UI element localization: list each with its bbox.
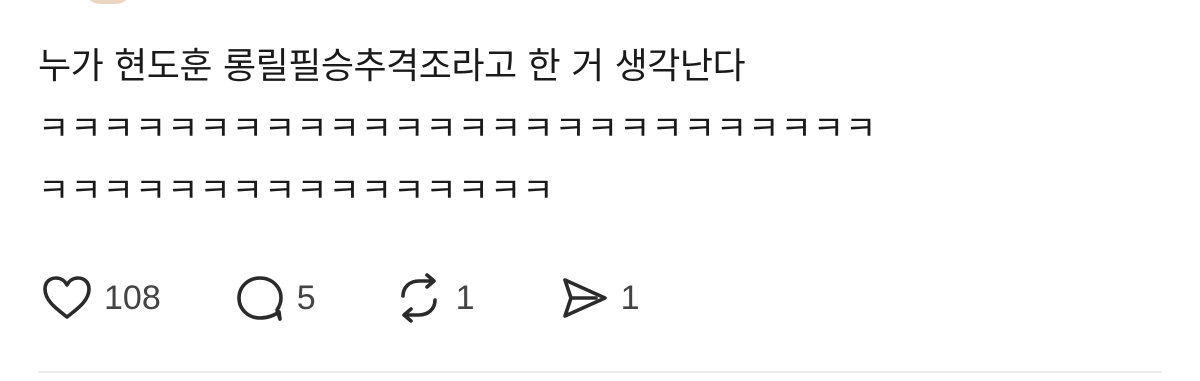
post-text-line: 누가 현도훈 롱릴필승추격조라고 한 거 생각난다 bbox=[38, 46, 746, 87]
like-count: 108 bbox=[104, 278, 161, 317]
reply-count: 5 bbox=[296, 278, 316, 317]
heart-icon bbox=[38, 269, 96, 327]
repost-count: 1 bbox=[455, 278, 475, 317]
share-button[interactable]: 1 bbox=[555, 269, 640, 327]
avatar[interactable] bbox=[84, 0, 132, 4]
divider bbox=[38, 371, 1162, 373]
comment-icon bbox=[231, 269, 289, 327]
like-button[interactable]: 108 bbox=[38, 269, 161, 327]
post-text-line: ㅋㅋㅋㅋㅋㅋㅋㅋㅋㅋㅋㅋㅋㅋㅋㅋㅋㅋㅋㅋㅋㅋㅋㅋㅋㅋ bbox=[38, 109, 878, 149]
post-text-line: ㅋㅋㅋㅋㅋㅋㅋㅋㅋㅋㅋㅋㅋㅋㅋㅋ bbox=[38, 171, 555, 211]
post-body: 누가 현도훈 롱릴필승추격조라고 한 거 생각난다 ㅋㅋㅋㅋㅋㅋㅋㅋㅋㅋㅋㅋㅋㅋ… bbox=[38, 36, 1158, 222]
send-icon bbox=[555, 269, 613, 327]
repost-icon bbox=[390, 269, 448, 327]
repost-button[interactable]: 1 bbox=[390, 269, 475, 327]
reply-button[interactable]: 5 bbox=[231, 269, 316, 327]
share-count: 1 bbox=[620, 278, 640, 317]
post-actions: 108 5 1 1 bbox=[38, 266, 640, 330]
